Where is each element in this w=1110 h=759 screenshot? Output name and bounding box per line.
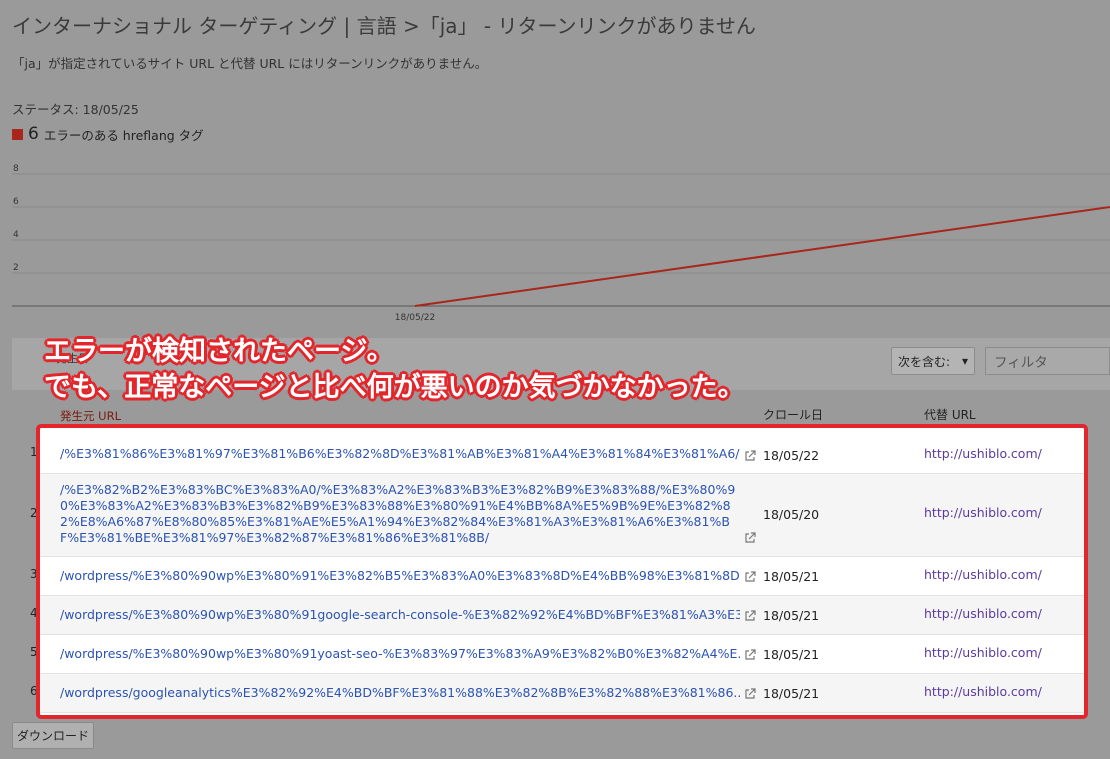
table-row[interactable]: /wordpress/%E3%80%90wp%E3%80%91yoast-seo… — [40, 635, 1084, 674]
crawl-date: 18/05/21 — [763, 686, 820, 701]
annotation-line-1: エラーが検知されたページ。 — [44, 336, 394, 367]
source-url-link[interactable]: /wordpress/%E3%80%90wp%E3%80%91%E3%82%B5… — [60, 568, 740, 584]
y-tick-label: 4 — [13, 230, 19, 240]
source-url-link[interactable]: /%E3%82%B2%E3%83%BC%E3%83%A0/%E3%83%A2%E… — [60, 482, 740, 546]
external-link-icon[interactable] — [744, 571, 756, 583]
status-text: ステータス: 18/05/25 — [12, 102, 139, 117]
error-chart: 8 6 4 2 18/05/22 — [12, 164, 1110, 323]
y-tick-label: 6 — [13, 197, 19, 207]
legend-label: エラーのある hreflang タグ — [43, 127, 204, 143]
series-line — [414, 206, 1110, 307]
crawl-date: 18/05/21 — [763, 569, 820, 584]
download-button[interactable]: ダウンロード — [12, 722, 94, 749]
crawl-date: 18/05/20 — [763, 507, 820, 522]
external-link-icon[interactable] — [744, 610, 756, 622]
table-row[interactable]: /wordpress/%E3%80%90wp%E3%80%91google-se… — [40, 596, 1084, 635]
table-row[interactable]: /wordpress/googleanalytics%E3%82%92%E4%B… — [40, 674, 1084, 713]
crawl-date: 18/05/21 — [763, 647, 820, 662]
crawl-date: 18/05/21 — [763, 608, 820, 623]
table-row[interactable]: /%E3%82%B2%E3%83%BC%E3%83%A0/%E3%83%A2%E… — [40, 474, 1084, 557]
chart-legend: 6 エラーのある hreflang タグ — [12, 124, 204, 144]
filter-mode-label: 次を含む: — [898, 354, 951, 369]
page-subtitle: 「ja」が指定されているサイト URL と代替 URL にはリターンリンクがあり… — [12, 56, 488, 71]
crawl-date: 18/05/22 — [763, 448, 820, 463]
source-url-link[interactable]: /wordpress/%E3%80%90wp%E3%80%91google-se… — [60, 607, 740, 623]
y-tick-label: 2 — [13, 263, 19, 273]
alternate-url-link[interactable]: http://ushiblo.com/ — [924, 505, 1042, 520]
column-header-crawl-date[interactable]: クロール日 — [763, 406, 823, 423]
source-url-link[interactable]: /wordpress/%E3%80%90wp%E3%80%91yoast-seo… — [60, 646, 740, 662]
highlighted-table: /%E3%81%86%E3%81%97%E3%81%B6%E3%82%8D%E3… — [36, 424, 1088, 719]
external-link-icon[interactable] — [744, 450, 756, 462]
external-link-icon[interactable] — [744, 688, 756, 700]
filter-input[interactable]: フィルタ — [985, 347, 1110, 375]
legend-count: 6 — [28, 124, 39, 144]
annotation-callout: エラーが検知されたページ。 でも、正常なページと比べ何が悪いのか気づかなかった。 — [44, 334, 745, 406]
external-link-icon[interactable] — [744, 532, 756, 544]
source-url-link[interactable]: /wordpress/googleanalytics%E3%82%92%E4%B… — [60, 685, 740, 701]
alternate-url-link[interactable]: http://ushiblo.com/ — [924, 606, 1042, 621]
source-url-link[interactable]: /%E3%81%86%E3%81%97%E3%81%B6%E3%82%8D%E3… — [60, 446, 740, 462]
filter-mode-select[interactable]: 次を含む: ▾ — [891, 347, 975, 375]
annotation-line-2: でも、正常なページと比べ何が悪いのか気づかなかった。 — [44, 372, 745, 403]
x-tick-label: 18/05/22 — [395, 313, 435, 323]
column-header-alternate-url[interactable]: 代替 URL — [924, 406, 976, 423]
chevron-down-icon: ▾ — [961, 354, 968, 368]
alternate-url-link[interactable]: http://ushiblo.com/ — [924, 684, 1042, 699]
alternate-url-link[interactable]: http://ushiblo.com/ — [924, 645, 1042, 660]
legend-swatch — [12, 128, 23, 140]
external-link-icon[interactable] — [744, 649, 756, 661]
column-header-source-url[interactable]: 発生元 URL — [60, 408, 121, 424]
table-row[interactable]: /wordpress/%E3%80%90wp%E3%80%91%E3%82%B5… — [40, 557, 1084, 596]
alternate-url-link[interactable]: http://ushiblo.com/ — [924, 567, 1042, 582]
page-title: インターナショナル ターゲティング | 言語 >「ja」 - リターンリンクがあ… — [12, 14, 756, 38]
table-row[interactable]: /%E3%81%86%E3%81%97%E3%81%B6%E3%82%8D%E3… — [40, 434, 1084, 474]
y-tick-label: 8 — [13, 164, 19, 174]
alternate-url-link[interactable]: http://ushiblo.com/ — [924, 446, 1042, 461]
